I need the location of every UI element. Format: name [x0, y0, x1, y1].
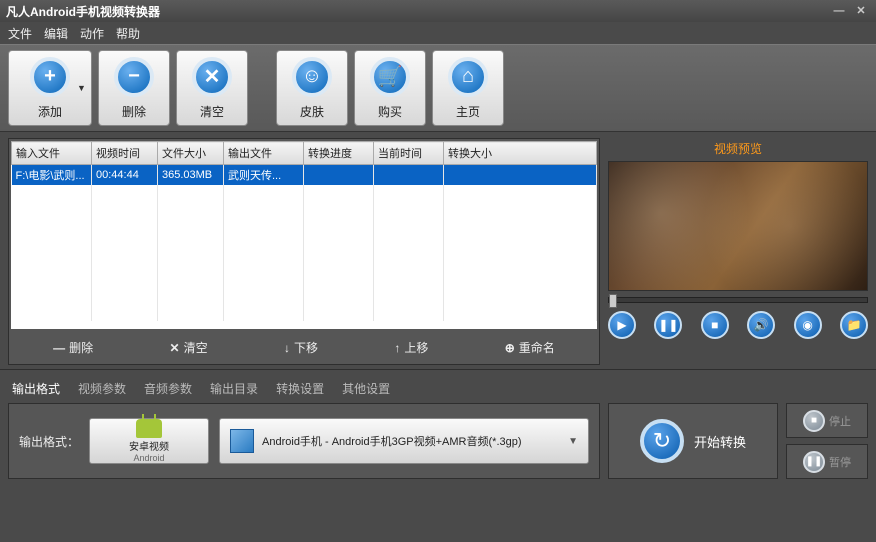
tab-convert-settings[interactable]: 转换设置	[276, 380, 324, 397]
menu-file[interactable]: 文件	[8, 25, 32, 42]
window-title: 凡人Android手机视频转换器	[6, 3, 160, 20]
col-curtime[interactable]: 当前时间	[374, 142, 444, 165]
arrow-down-icon: ↓	[284, 341, 290, 355]
delete-label: 删除	[122, 103, 146, 120]
plus-icon: +	[30, 57, 70, 97]
box-icon	[230, 429, 254, 453]
col-output[interactable]: 输出文件	[224, 142, 304, 165]
snapshot-button[interactable]: ◉	[794, 311, 822, 339]
cell-output: 武则天传...	[224, 165, 304, 186]
category-text: 安卓视频	[129, 438, 169, 453]
menu-bar: 文件 编辑 动作 帮助	[0, 22, 876, 44]
menu-edit[interactable]: 编辑	[44, 25, 68, 42]
home-label: 主页	[456, 103, 480, 120]
pause-button[interactable]: ❚❚	[654, 311, 682, 339]
cell-curtime	[374, 165, 444, 186]
col-outsize[interactable]: 转换大小	[444, 142, 597, 165]
video-preview[interactable]	[608, 161, 868, 291]
home-button[interactable]: ⌂ 主页	[432, 50, 504, 126]
list-up[interactable]: ↑上移	[394, 339, 428, 356]
cell-input: F:\电影\武则...	[12, 165, 92, 186]
tab-other-settings[interactable]: 其他设置	[342, 380, 390, 397]
minus-icon: —	[53, 341, 65, 355]
tab-video-params[interactable]: 视频参数	[78, 380, 126, 397]
list-actions: —删除 ✕清空 ↓下移 ↑上移 ⊕重命名	[11, 329, 597, 362]
delete-button[interactable]: − 删除	[98, 50, 170, 126]
open-button[interactable]: 📁	[840, 311, 868, 339]
skin-label: 皮肤	[300, 103, 324, 120]
arrow-up-icon: ↑	[394, 341, 400, 355]
col-input[interactable]: 输入文件	[12, 142, 92, 165]
stop-button[interactable]: ■	[701, 311, 729, 339]
format-category-button[interactable]: 安卓视频 Android	[89, 418, 209, 464]
category-sub: Android	[134, 453, 165, 463]
start-convert-button[interactable]: ↻ 开始转换	[608, 403, 778, 479]
start-label: 开始转换	[694, 432, 746, 451]
x-icon: ✕	[170, 341, 180, 355]
list-down[interactable]: ↓下移	[284, 339, 318, 356]
pause-convert-button[interactable]: ❚❚ 暂停	[786, 444, 868, 479]
clear-label: 清空	[200, 103, 224, 120]
home-icon: ⌂	[448, 57, 488, 97]
list-rename[interactable]: ⊕重命名	[505, 339, 555, 356]
add-dropdown-icon[interactable]: ▼	[77, 83, 87, 93]
add-button[interactable]: + 添加 ▼	[8, 50, 92, 126]
cart-icon: 🛒	[370, 57, 410, 97]
chevron-down-icon: ▼	[568, 436, 578, 447]
title-bar: 凡人Android手机视频转换器 — ✕	[0, 0, 876, 22]
col-duration[interactable]: 视频时间	[92, 142, 158, 165]
stop-convert-button[interactable]: ■ 停止	[786, 403, 868, 438]
stop-label: 停止	[829, 413, 851, 429]
output-label: 输出格式：	[19, 433, 79, 450]
buy-button[interactable]: 🛒 购买	[354, 50, 426, 126]
settings-tabs: 输出格式 视频参数 音频参数 输出目录 转换设置 其他设置	[0, 369, 876, 403]
clear-button[interactable]: ✕ 清空	[176, 50, 248, 126]
smile-icon: ☺	[292, 57, 332, 97]
volume-button[interactable]: 🔊	[747, 311, 775, 339]
menu-help[interactable]: 帮助	[116, 25, 140, 42]
skin-button[interactable]: ☺ 皮肤	[276, 50, 348, 126]
output-format-panel: 输出格式： 安卓视频 Android Android手机 - Android手机…	[8, 403, 600, 479]
preview-panel: 视频预览 ▶ ❚❚ ■ 🔊 ◉ 📁	[608, 138, 868, 365]
list-clear[interactable]: ✕清空	[170, 339, 208, 356]
minimize-button[interactable]: —	[830, 4, 848, 18]
list-delete[interactable]: —删除	[53, 339, 93, 356]
cell-outsize	[444, 165, 597, 186]
col-size[interactable]: 文件大小	[158, 142, 224, 165]
x-icon: ✕	[192, 57, 232, 97]
tab-output-format[interactable]: 输出格式	[12, 380, 60, 397]
file-table: 输入文件 视频时间 文件大小 输出文件 转换进度 当前时间 转换大小 F:\电影…	[11, 141, 597, 321]
preview-title: 视频预览	[608, 138, 868, 161]
format-select-button[interactable]: Android手机 - Android手机3GP视频+AMR音频(*.3gp) …	[219, 418, 589, 464]
tab-output-dir[interactable]: 输出目录	[210, 380, 258, 397]
tab-audio-params[interactable]: 音频参数	[144, 380, 192, 397]
convert-icon: ↻	[640, 419, 684, 463]
format-text: Android手机 - Android手机3GP视频+AMR音频(*.3gp)	[262, 433, 522, 449]
rename-icon: ⊕	[505, 341, 515, 355]
cell-duration: 00:44:44	[92, 165, 158, 186]
pause-label: 暂停	[829, 454, 851, 470]
add-label: 添加	[38, 103, 62, 120]
table-row[interactable]: F:\电影\武则... 00:44:44 365.03MB 武则天传...	[12, 165, 597, 186]
seek-slider[interactable]	[608, 297, 868, 303]
col-progress[interactable]: 转换进度	[304, 142, 374, 165]
android-icon	[136, 419, 162, 438]
stop-icon: ■	[803, 410, 825, 432]
cell-progress	[304, 165, 374, 186]
pause-icon: ❚❚	[803, 451, 825, 473]
play-button[interactable]: ▶	[608, 311, 636, 339]
slider-thumb[interactable]	[609, 294, 617, 308]
cell-size: 365.03MB	[158, 165, 224, 186]
toolbar: + 添加 ▼ − 删除 ✕ 清空 ☺ 皮肤 🛒 购买 ⌂ 主页	[0, 44, 876, 132]
file-list-panel: 输入文件 视频时间 文件大小 输出文件 转换进度 当前时间 转换大小 F:\电影…	[8, 138, 600, 365]
menu-action[interactable]: 动作	[80, 25, 104, 42]
close-button[interactable]: ✕	[852, 4, 870, 18]
buy-label: 购买	[378, 103, 402, 120]
minus-icon: −	[114, 57, 154, 97]
